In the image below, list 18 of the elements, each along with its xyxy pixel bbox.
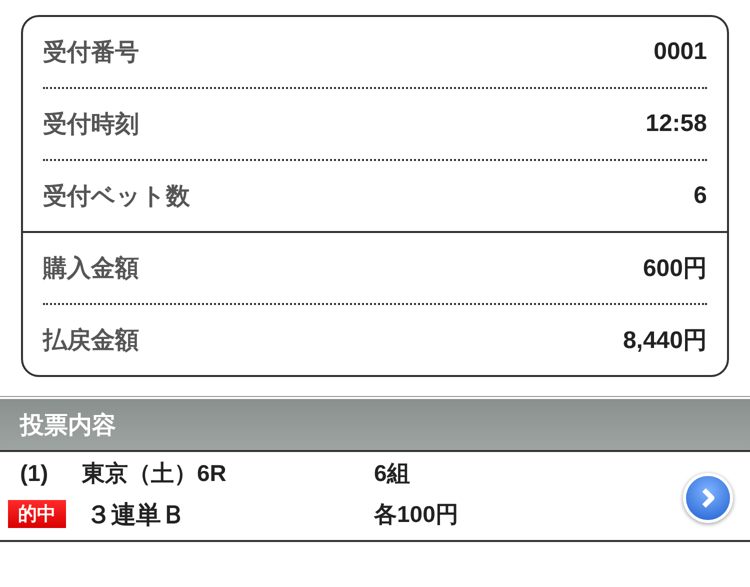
- bet-type: ３連単Ｂ: [85, 500, 187, 530]
- bet-number: (1): [19, 460, 50, 486]
- row-label: 受付ベット数: [43, 182, 190, 212]
- row-value: 0001: [654, 38, 707, 66]
- row-label: 購入金額: [43, 254, 139, 284]
- row-value: 8,440円: [622, 326, 707, 356]
- row-label: 受付番号: [43, 38, 139, 68]
- row-label: 受付時刻: [43, 110, 139, 140]
- hit-badge: 的中: [8, 500, 66, 528]
- row-label: 払戻金額: [43, 326, 139, 356]
- row-value: 12:58: [646, 110, 707, 138]
- detail-button[interactable]: [686, 476, 730, 520]
- row-value: 6: [694, 182, 707, 210]
- combination-count: 6組: [374, 458, 411, 488]
- bet-amount: 各100円: [374, 500, 460, 528]
- section-title: 投票内容: [20, 410, 116, 440]
- row-value: 600円: [642, 254, 707, 284]
- race-name: 東京（土）6R: [80, 458, 228, 488]
